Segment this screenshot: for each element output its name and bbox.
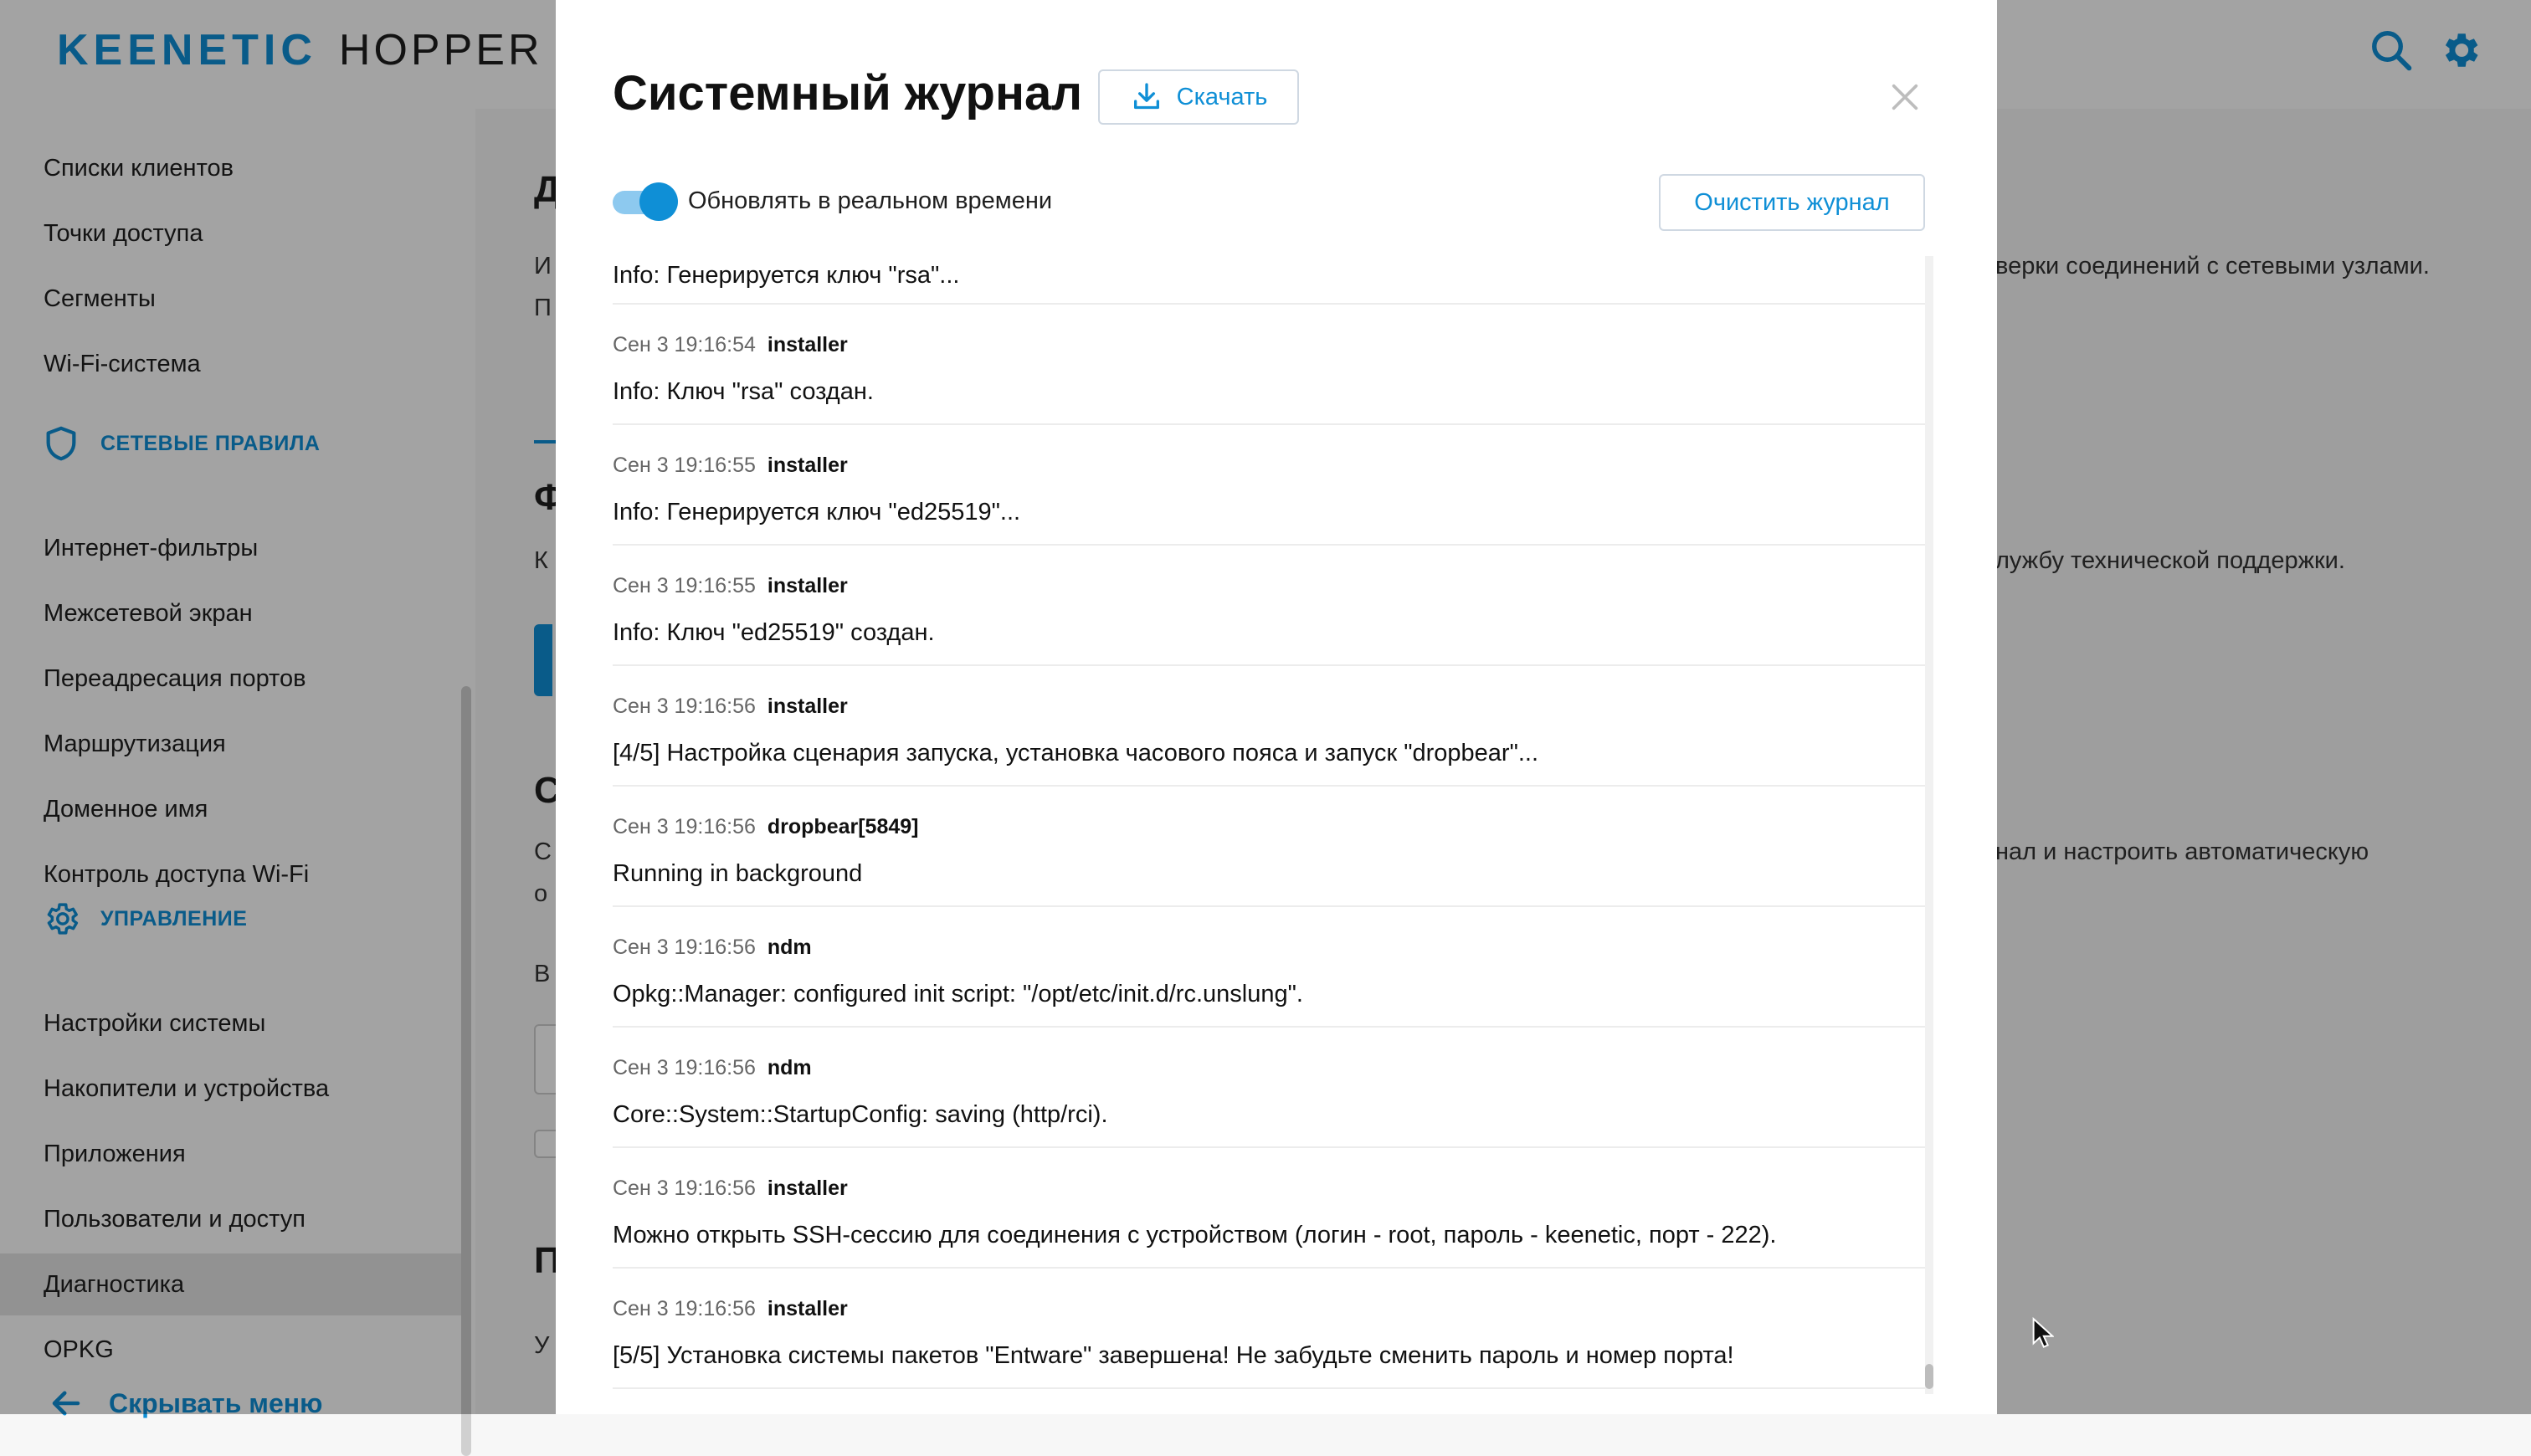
- log-source: installer: [767, 1297, 848, 1320]
- log-entry: Сен 3 19:16:55 installer Info: Ключ "ed255…: [613, 546, 1925, 666]
- log-entry-meta: Сен 3 19:16:56 dropbear[5849]: [613, 815, 919, 839]
- log-entry-meta: Сен 3 19:16:56 installer: [613, 695, 848, 719]
- log-scrollbar-thumb[interactable]: [1925, 1364, 1933, 1389]
- log-timestamp: Сен 3 19:16:56: [613, 1297, 756, 1320]
- close-icon[interactable]: [1888, 80, 1922, 114]
- log-source: dropbear[5849]: [767, 815, 919, 838]
- log-message: Opkg::Manager: configured init script: "…: [613, 981, 1303, 1007]
- log-entry-meta: Сен 3 19:16:56 ndm: [613, 936, 812, 960]
- realtime-toggle-label: Обновлять в реальном времени: [688, 187, 1053, 214]
- log-entry: Сен 3 19:16:56 dropbear[5849] Running in b…: [613, 787, 1925, 907]
- log-timestamp: Сен 3 19:16:54: [613, 333, 756, 356]
- log-timestamp: Сен 3 19:16:55: [613, 574, 756, 597]
- system-log-modal: Системный журнал Скачать Обновлять в реа…: [556, 0, 2054, 1414]
- log-source: installer: [767, 1177, 848, 1200]
- log-message: Info: Ключ "ed25519" создан.: [613, 619, 935, 646]
- log-source: installer: [767, 454, 848, 477]
- modal-title: Системный журнал: [613, 66, 1083, 120]
- log-entry: Сен 3 19:16:56 installer [5/5] Установка с…: [613, 1269, 1925, 1389]
- log-message: Info: Генерируется ключ "ed25519"...: [613, 499, 1021, 525]
- log-entry-meta: Сен 3 19:16:55 installer: [613, 574, 848, 598]
- log-entry: Сен 3 19:16:56 ndmCore::System::StartupCo…: [613, 1028, 1925, 1148]
- log-message: Info: Ключ "rsa" создан.: [613, 378, 874, 405]
- download-button[interactable]: Скачать: [1098, 69, 1299, 125]
- log-message: Running in background: [613, 860, 863, 887]
- log-entry-meta: Сен 3 19:16:56 ndm: [613, 1056, 812, 1080]
- log-timestamp: Сен 3 19:16:56: [613, 695, 756, 718]
- mouse-cursor-icon: [2032, 1317, 2054, 1348]
- log-entry-meta: Сен 3 19:16:54 installer: [613, 333, 848, 357]
- log-entry-meta: Сен 3 19:16:56 installer: [613, 1177, 848, 1201]
- log-entry: Сен 3 19:16:56 installer [4/5] Настройка с…: [613, 666, 1925, 787]
- toggle-knob: [639, 182, 678, 221]
- log-message: [4/5] Настройка сценария запуска, устано…: [613, 740, 1539, 766]
- realtime-toggle[interactable]: [613, 182, 680, 223]
- log-source: ndm: [767, 936, 812, 959]
- log-message: Core::System::StartupConfig: saving (htt…: [613, 1101, 1108, 1128]
- log-source: installer: [767, 333, 848, 356]
- log-entry: Сен 3 19:16:56 installer Можно открыть SSH…: [613, 1148, 1925, 1269]
- log-entry-meta: Сен 3 19:16:56 installer: [613, 1297, 848, 1321]
- download-label: Скачать: [1176, 83, 1268, 110]
- log-entry: Сен 3 19:16:54 installer Info: Ключ "rsa" …: [613, 305, 1925, 425]
- clear-log-button[interactable]: Очистить журнал: [1659, 174, 1925, 231]
- log-timestamp: Сен 3 19:16:56: [613, 1056, 756, 1079]
- log-entry: Сен 3 19:16:56 ndmOpkg::Manager: configur…: [613, 907, 1925, 1028]
- log-scrollbar[interactable]: [1925, 256, 1933, 1394]
- log-source: installer: [767, 695, 848, 718]
- log-entry-partial: Info: Генерируется ключ "rsa"...: [613, 248, 1925, 305]
- log-source: ndm: [767, 1056, 812, 1079]
- log-list[interactable]: Info: Генерируется ключ "rsa"... Сен 3 1…: [613, 248, 1925, 1389]
- log-timestamp: Сен 3 19:16:56: [613, 936, 756, 959]
- log-entry-meta: Сен 3 19:16:55 installer: [613, 454, 848, 478]
- log-source: installer: [767, 574, 848, 597]
- log-timestamp: Сен 3 19:16:56: [613, 1177, 756, 1200]
- log-entry: Сен 3 19:16:55 installer Info: Генерируетс…: [613, 425, 1925, 546]
- log-message: [5/5] Установка системы пакетов "Entware…: [613, 1342, 1734, 1369]
- download-icon: [1133, 83, 1159, 110]
- log-timestamp: Сен 3 19:16:56: [613, 815, 756, 838]
- log-message: Можно открыть SSH-сессию для соединения …: [613, 1222, 1777, 1248]
- log-timestamp: Сен 3 19:16:55: [613, 454, 756, 477]
